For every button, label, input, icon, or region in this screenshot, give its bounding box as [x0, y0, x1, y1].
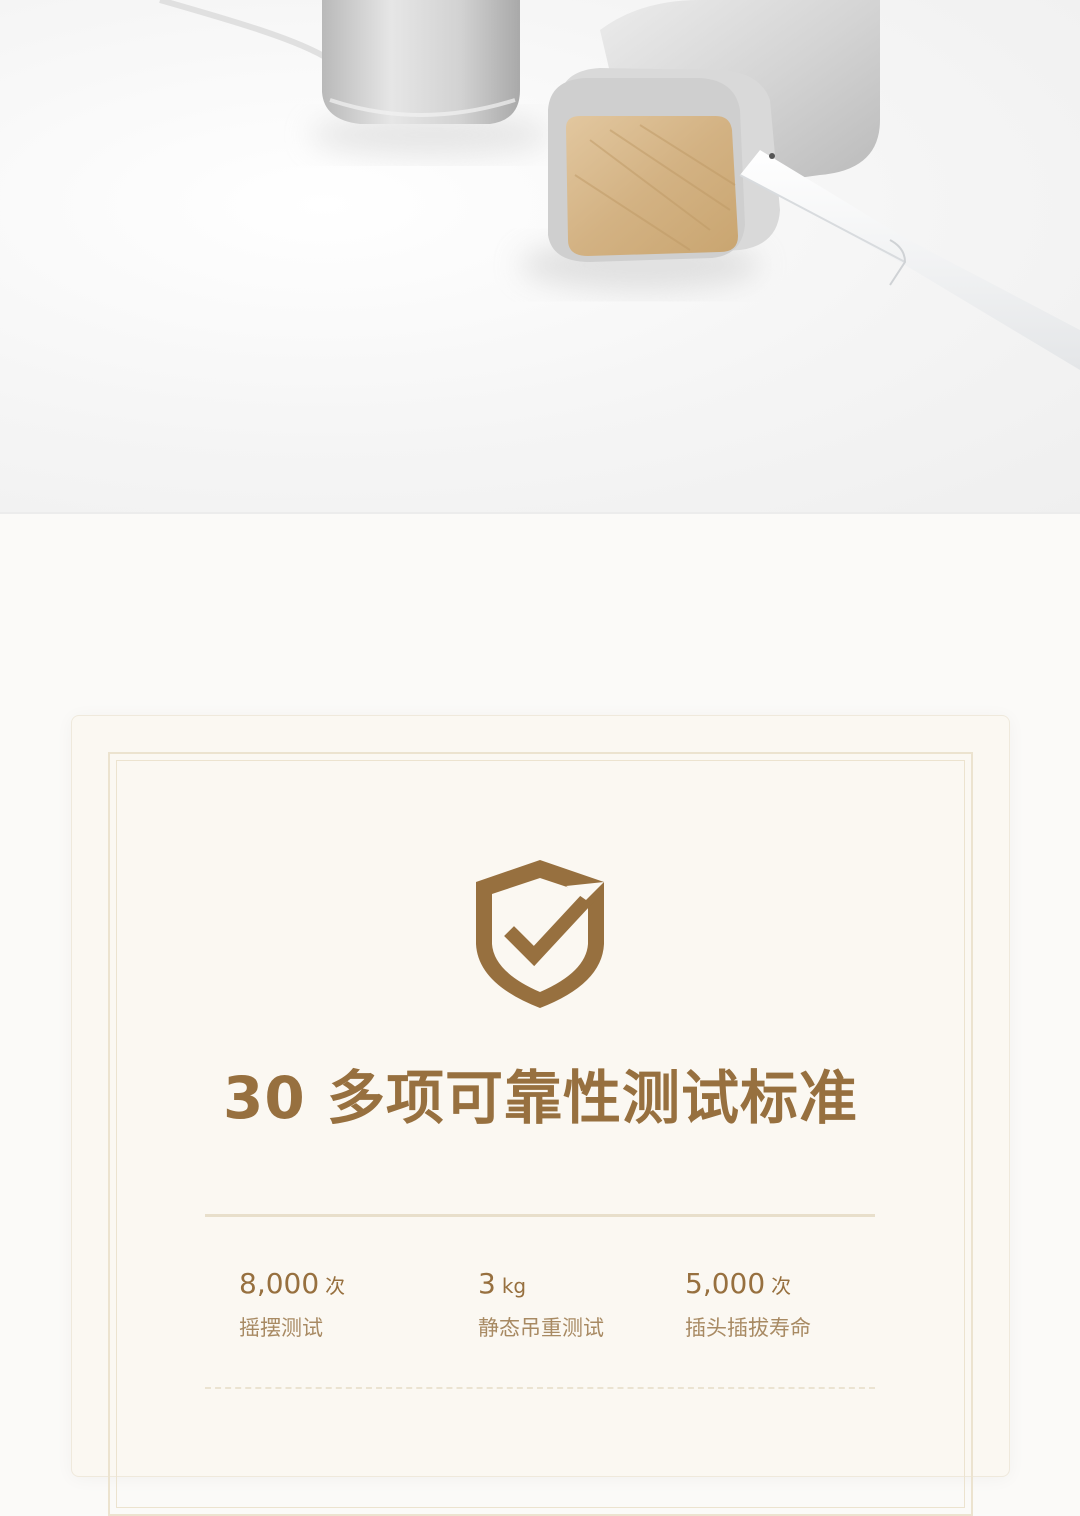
stat-swing-test: 8,000 次 摇摆测试	[239, 1266, 345, 1342]
stat-value: 5,000 次	[685, 1267, 792, 1300]
stat-label: 插头插拔寿命	[685, 1316, 811, 1340]
stat-value: 8,000 次	[239, 1267, 346, 1300]
stat-label: 摇摆测试	[239, 1316, 323, 1340]
shield-check-icon	[476, 860, 604, 1008]
earphones-illustration	[159, 0, 1080, 370]
earphones-photo	[0, 0, 1080, 512]
stat-label: 静态吊重测试	[478, 1316, 604, 1340]
card-headline: 30 多项可靠性测试标准	[223, 1064, 858, 1132]
divider-solid	[205, 1214, 875, 1217]
stat-static-load-test: 3 kg 静态吊重测试	[478, 1266, 604, 1342]
divider-dashed	[205, 1387, 875, 1389]
reliability-card: 30 多项可靠性测试标准 8,000 次 摇摆测试 3 kg 静态吊重测试 5,00…	[71, 715, 1010, 1516]
section-divider	[0, 512, 1080, 514]
stat-plug-lifetime: 5,000 次 插头插拔寿命	[685, 1266, 811, 1342]
stat-value: 3 kg	[478, 1267, 527, 1300]
